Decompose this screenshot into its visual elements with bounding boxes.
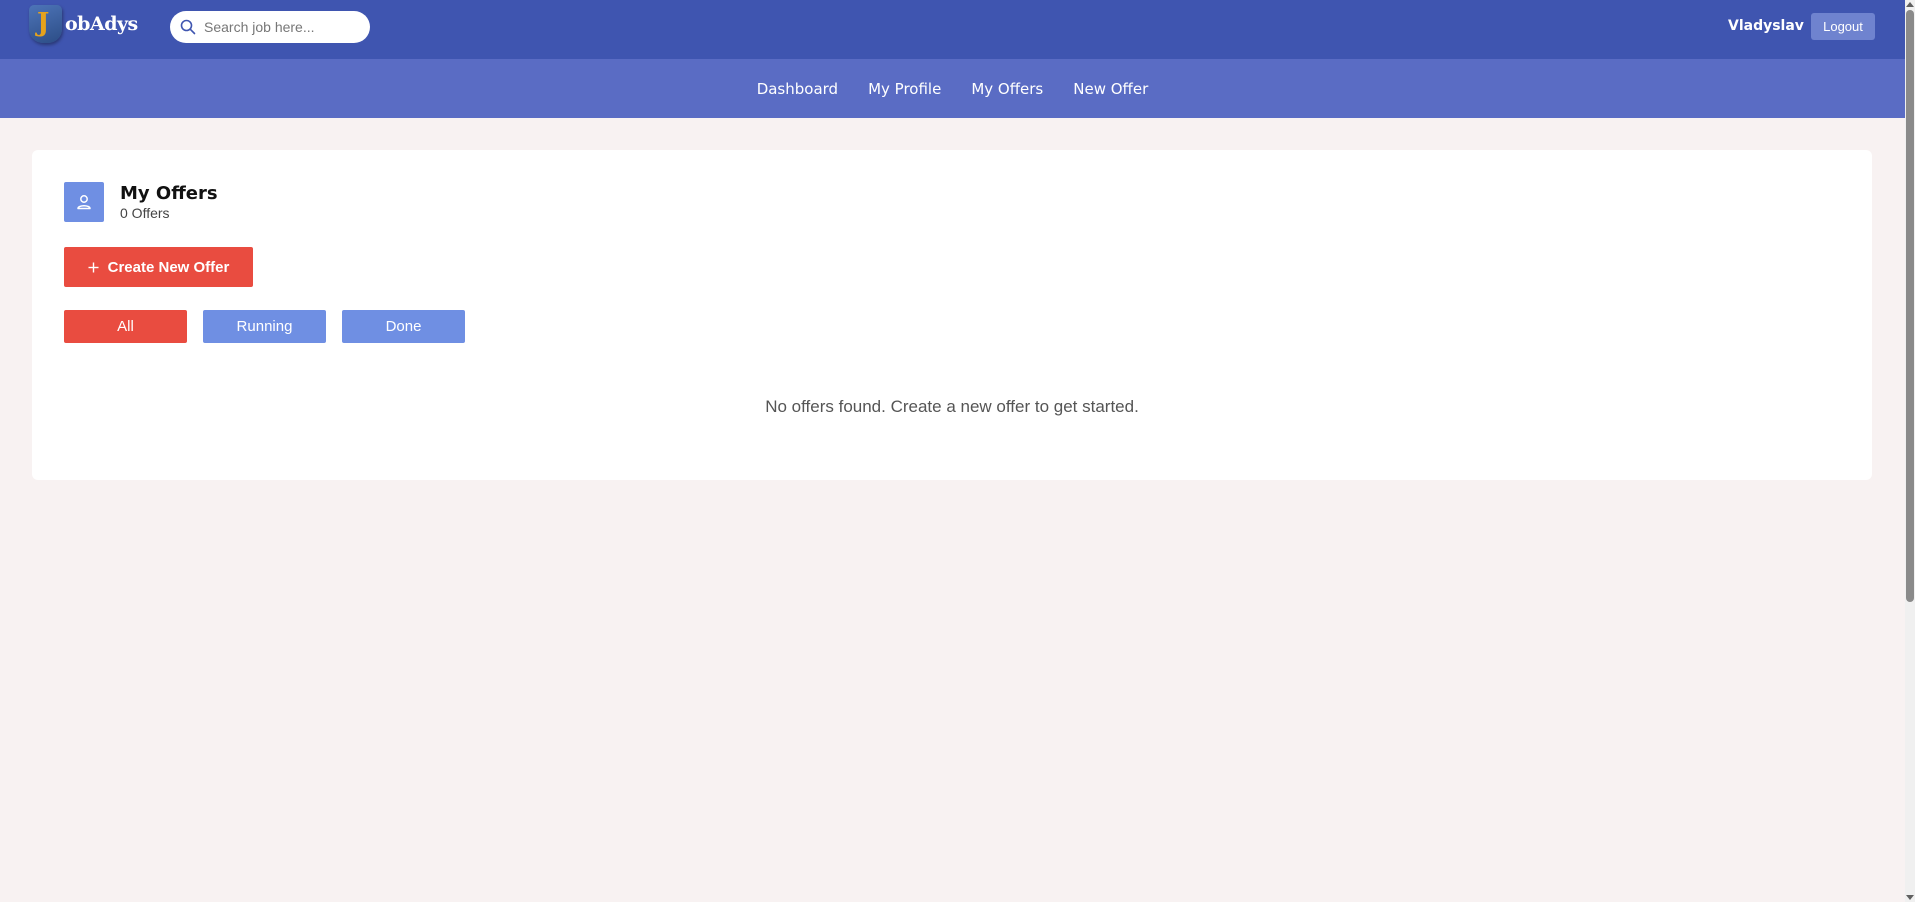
search-input[interactable] [204,19,354,35]
page-scrollbar[interactable] [1905,0,1915,902]
nav-item-dashboard[interactable]: Dashboard [757,80,838,98]
user-icon [64,182,104,222]
offer-filters: All Running Done [64,310,465,343]
logo[interactable]: J obAdys [29,4,138,44]
offers-card: My Offers 0 Offers Create New Offer All … [32,150,1872,480]
scroll-down-icon[interactable] [1906,895,1914,900]
filter-running-button[interactable]: Running [203,310,326,343]
scroll-thumb[interactable] [1906,10,1914,602]
search-box[interactable] [170,11,370,43]
nav-item-new-offer[interactable]: New Offer [1073,80,1148,98]
top-bar: J obAdys Vladyslav Logout [0,0,1905,59]
create-new-offer-button[interactable]: Create New Offer [64,247,253,287]
empty-state-message: No offers found. Create a new offer to g… [765,397,1139,416]
search-icon [180,19,196,35]
logout-button[interactable]: Logout [1811,13,1875,40]
nav-item-my-offers[interactable]: My Offers [971,80,1043,98]
filter-done-button[interactable]: Done [342,310,465,343]
page-title: My Offers [120,183,218,204]
plus-icon [88,262,99,272]
logo-badge: J [29,5,62,43]
scroll-up-icon[interactable] [1906,2,1914,7]
logo-text: obAdys [65,13,138,35]
logo-letter: J [37,8,50,38]
nav-item-my-profile[interactable]: My Profile [868,80,941,98]
username: Vladyslav [1728,18,1804,34]
filter-all-button[interactable]: All [64,310,187,343]
create-new-offer-label: Create New Offer [107,258,230,276]
main-nav: Dashboard My Profile My Offers New Offer [0,59,1905,118]
offers-count: 0 Offers [120,205,170,221]
